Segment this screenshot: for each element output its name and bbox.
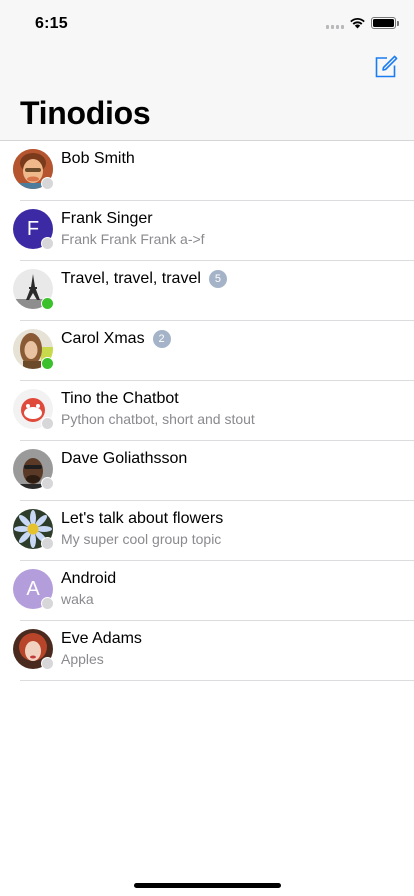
chat-list: Bob Smith F Frank Singer Frank Frank Fra… <box>0 141 414 681</box>
wifi-icon <box>350 17 365 29</box>
status-dot <box>41 537 54 550</box>
chat-subtitle: Python chatbot, short and stout <box>61 411 255 427</box>
chat-row-bob-smith[interactable]: Bob Smith <box>0 141 414 201</box>
cellular-signal-icon <box>326 25 345 30</box>
status-dot <box>41 297 54 310</box>
chat-subtitle: waka <box>61 591 94 607</box>
status-dot <box>41 657 54 670</box>
avatar: F <box>13 209 54 250</box>
chat-name: Let's talk about flowers <box>61 510 224 527</box>
chat-name: Frank Singer <box>61 210 153 227</box>
chat-row-eve-adams[interactable]: Eve Adams Apples <box>0 621 414 681</box>
chat-row-travel[interactable]: Travel, travel, travel 5 <box>0 261 414 321</box>
avatar <box>13 389 54 430</box>
divider <box>20 680 414 681</box>
chat-row-tino-the-chatbot[interactable]: Tino the Chatbot Python chatbot, short a… <box>0 381 414 441</box>
status-dot <box>41 417 54 430</box>
avatar <box>13 449 54 490</box>
chat-row-frank-singer[interactable]: F Frank Singer Frank Frank Frank a->f <box>0 201 414 261</box>
unread-badge: 2 <box>152 330 171 348</box>
battery-icon <box>371 17 399 29</box>
avatar <box>13 269 54 310</box>
status-time: 6:15 <box>35 15 68 32</box>
chat-subtitle: Frank Frank Frank a->f <box>61 231 205 247</box>
chat-row-android[interactable]: A Android waka <box>0 561 414 621</box>
status-bar: 6:15 <box>0 0 414 48</box>
avatar: A <box>13 569 54 610</box>
chat-row-flowers[interactable]: Let's talk about flowers My super cool g… <box>0 501 414 561</box>
chat-subtitle: My super cool group topic <box>61 531 222 547</box>
avatar <box>13 329 54 370</box>
status-dot <box>41 237 54 250</box>
status-dot <box>41 357 54 370</box>
chat-row-dave-goliathsson[interactable]: Dave Goliathsson <box>0 441 414 501</box>
top-bar: 6:15 Tinodios <box>0 0 414 141</box>
unread-badge: 5 <box>208 270 227 288</box>
page-title: Tinodios <box>20 95 151 131</box>
chat-subtitle: Apples <box>61 651 104 667</box>
home-indicator[interactable] <box>134 883 281 888</box>
chat-name: Android <box>61 570 117 587</box>
chat-name: Bob Smith <box>61 150 135 167</box>
chat-name: Carol Xmas <box>61 330 145 347</box>
chat-name: Dave Goliathsson <box>61 450 188 467</box>
chat-name: Travel, travel, travel <box>61 270 201 287</box>
avatar <box>13 149 54 190</box>
status-dot <box>41 597 54 610</box>
compose-icon[interactable] <box>374 55 398 78</box>
chat-row-carol-xmas[interactable]: Carol Xmas 2 <box>0 321 414 381</box>
avatar <box>13 509 54 550</box>
chat-name: Tino the Chatbot <box>61 390 179 407</box>
status-dot <box>41 177 54 190</box>
avatar <box>13 629 54 670</box>
chat-name: Eve Adams <box>61 630 142 647</box>
status-dot <box>41 477 54 490</box>
